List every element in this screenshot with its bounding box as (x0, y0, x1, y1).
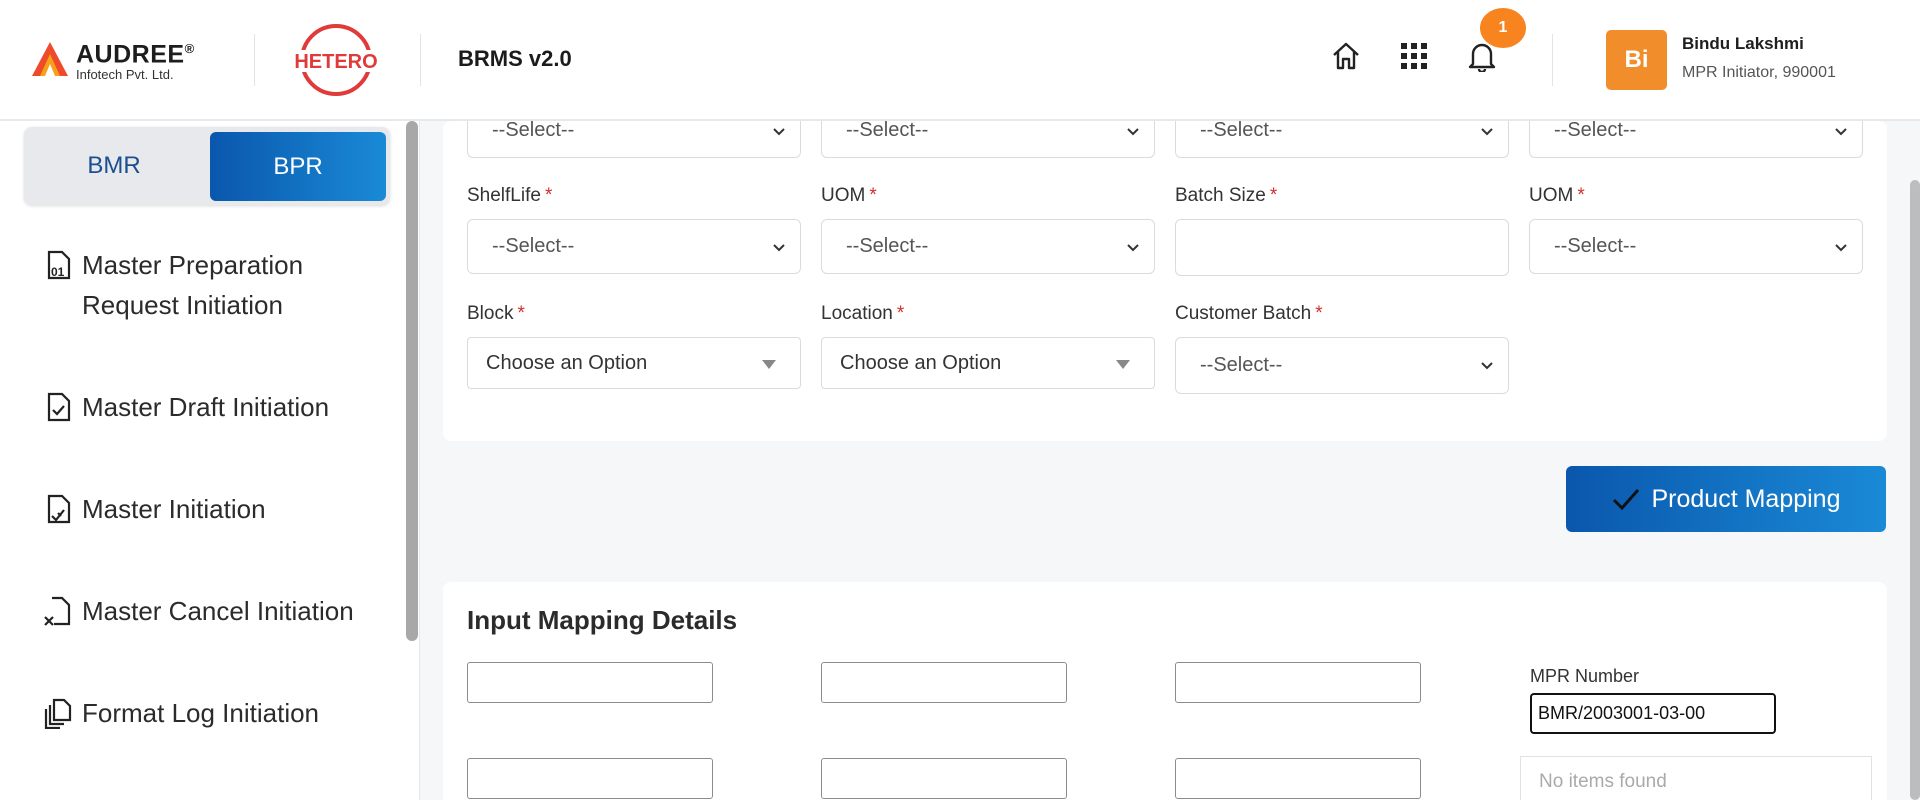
sidebar-scrollbar[interactable] (406, 121, 418, 641)
mapping-input[interactable] (1175, 758, 1421, 799)
sidebar-item-master-draft[interactable]: Master Draft Initiation (42, 387, 329, 427)
location-select[interactable]: Choose an Option (821, 337, 1155, 389)
shelflife-select[interactable]: --Select-- (467, 219, 801, 274)
avatar[interactable]: Bi (1606, 30, 1667, 90)
mpr-number-label: MPR Number (1530, 666, 1640, 686)
sidebar-item-label: Master Draft Initiation (82, 392, 330, 422)
select-value: --Select-- (846, 119, 929, 141)
sidebar-item-master-preparation-request[interactable]: 01 Master Preparation Request Initiation (42, 245, 322, 325)
document-cancel-icon (44, 596, 71, 626)
chevron-down-icon (1481, 362, 1493, 370)
apps-grid-icon[interactable] (1396, 38, 1432, 74)
sidebar-item-master-initiation[interactable]: Master Initiation (42, 489, 266, 529)
company-subtitle: Infotech Pvt. Ltd. (76, 67, 174, 83)
mpr-number-input[interactable]: BMR/2003001-03-00 (1530, 693, 1776, 734)
uom-label: UOM * (1529, 185, 1585, 206)
user-name[interactable]: Bindu Lakshmi (1682, 34, 1804, 54)
customer-batch-label: Customer Batch * (1175, 303, 1323, 324)
chevron-down-icon (1835, 244, 1847, 252)
no-items-dropdown: No items found (1520, 756, 1872, 800)
uom-select[interactable]: --Select-- (821, 219, 1155, 274)
copy-documents-icon (44, 698, 72, 729)
caret-down-icon (1116, 360, 1130, 369)
block-label: Block * (467, 303, 525, 324)
main-scrollbar[interactable] (1910, 180, 1920, 800)
batch-size-input[interactable] (1175, 219, 1509, 276)
chevron-down-icon (773, 244, 785, 252)
product-mapping-button[interactable]: Product Mapping (1566, 466, 1886, 532)
select-value: --Select-- (1200, 354, 1283, 376)
document-01-icon: 01 (47, 250, 71, 280)
customer-batch-select[interactable]: --Select-- (1175, 337, 1509, 394)
mapping-input[interactable] (467, 758, 713, 799)
header-divider (420, 34, 421, 86)
chevron-down-icon (1127, 128, 1139, 136)
sidebar-item-label: Format Log Initiation (82, 698, 320, 728)
block-select[interactable]: Choose an Option (467, 337, 801, 389)
user-role: MPR Initiator, 990001 (1682, 64, 1836, 81)
top-header: AUDREE® Infotech Pvt. Ltd. HETERO BRMS v… (0, 0, 1920, 120)
app-title: BRMS v2.0 (458, 46, 572, 71)
document-check-icon (47, 392, 71, 422)
select-value: --Select-- (846, 235, 929, 257)
bmr-bpr-toggle: BMR BPR (24, 127, 390, 205)
select-value: --Select-- (1554, 119, 1637, 141)
mapping-input[interactable] (1175, 662, 1421, 703)
sidebar-item-label: Master Preparation Request Initiation (82, 250, 304, 320)
select-value: Choose an Option (840, 351, 1002, 374)
chevron-down-icon (1835, 128, 1847, 136)
svg-text:01: 01 (51, 265, 65, 279)
sidebar: BMR BPR 01 Master Preparation Request In… (0, 121, 420, 800)
hetero-logo-text: HETERO (294, 51, 377, 73)
company-name: AUDREE (76, 40, 185, 69)
check-icon (1613, 489, 1640, 511)
chevron-down-icon (1127, 244, 1139, 252)
toggle-bmr[interactable]: BMR (24, 127, 204, 205)
notification-badge[interactable]: 1 (1480, 8, 1526, 48)
registered-mark: ® (184, 41, 195, 56)
shelflife-label: ShelfLife * (467, 185, 553, 206)
header-divider (254, 34, 255, 86)
mapping-input[interactable] (467, 662, 713, 703)
document-sign-icon (47, 494, 71, 524)
toggle-bpr[interactable]: BPR (210, 132, 386, 201)
sidebar-item-format-log[interactable]: Format Log Initiation (42, 693, 319, 733)
audree-triangle-icon (32, 42, 68, 76)
sidebar-item-master-cancel[interactable]: Master Cancel Initiation (42, 591, 354, 631)
location-label: Location * (821, 303, 905, 324)
home-icon[interactable] (1328, 38, 1364, 74)
select-value: Choose an Option (486, 351, 648, 374)
mapping-input[interactable] (821, 758, 1067, 799)
uom-select-2[interactable]: --Select-- (1529, 219, 1863, 274)
sidebar-item-label: Master Cancel Initiation (82, 596, 354, 626)
chevron-down-icon (1481, 128, 1493, 136)
batch-size-label: Batch Size * (1175, 185, 1278, 206)
hetero-logo: HETERO (294, 24, 380, 96)
select-value: --Select-- (1200, 119, 1283, 141)
sidebar-item-label: Master Initiation (82, 494, 266, 524)
header-divider (1552, 34, 1553, 86)
form-card (443, 121, 1887, 441)
section-title: Input Mapping Details (467, 605, 738, 635)
mapping-input[interactable] (821, 662, 1067, 703)
select-value: --Select-- (492, 235, 575, 257)
product-mapping-label: Product Mapping (1651, 484, 1841, 513)
uom-label: UOM * (821, 185, 877, 206)
caret-down-icon (762, 360, 776, 369)
select-value: --Select-- (492, 119, 575, 141)
audree-logo: AUDREE® Infotech Pvt. Ltd. (30, 36, 195, 82)
chevron-down-icon (773, 128, 785, 136)
select-value: --Select-- (1554, 235, 1637, 257)
